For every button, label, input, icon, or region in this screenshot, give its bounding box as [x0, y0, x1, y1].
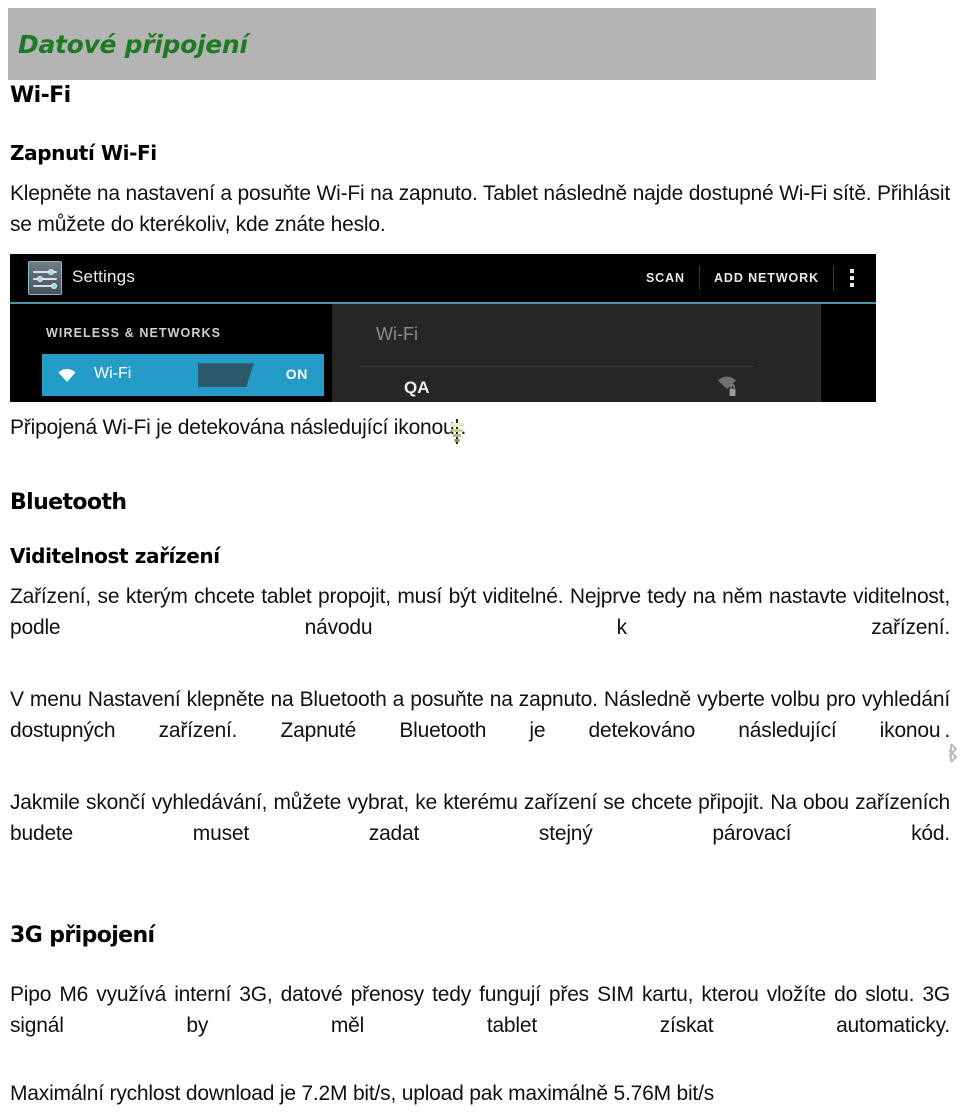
wifi-caption-text: Připojená Wi-Fi je detekována následujíc… [10, 416, 455, 440]
section-heading-wifi: Wi-Fi [10, 83, 71, 108]
sidebar-group-label: WIRELESS & NETWORKS [46, 326, 222, 341]
android-action-group: SCAN ADD NETWORK [632, 254, 870, 302]
scan-button[interactable]: SCAN [632, 267, 699, 289]
android-settings-screenshot: Settings SCAN ADD NETWORK WIRELESS & NET… [10, 254, 876, 403]
paragraph-3g-intro: Pipo M6 využívá interní 3G, datové přeno… [10, 982, 950, 1037]
bluetooth-enable-text: V menu Nastavení klepněte na Bluetooth a… [10, 688, 950, 743]
android-settings-sidebar: WIRELESS & NETWORKS Wi-Fi ON [10, 304, 328, 403]
document-page: Datové připojení Wi-Fi Zapnutí Wi-Fi Kle… [0, 0, 960, 1120]
paragraph-bluetooth-pairing: Jakmile skončí vyhledávání, můžete vybra… [10, 791, 950, 846]
section-heading-bluetooth: Bluetooth [10, 490, 127, 516]
network-list-item-status: Obtaining IP address... [404, 400, 526, 402]
overflow-menu-icon[interactable] [834, 254, 870, 302]
add-network-button[interactable]: ADD NETWORK [700, 267, 833, 289]
android-action-bar: Settings SCAN ADD NETWORK [10, 254, 876, 305]
network-list-item-name[interactable]: QA [404, 378, 430, 398]
page-title: Datové připojení [18, 30, 248, 59]
panel-divider [360, 366, 754, 368]
toggle-state-label: ON [285, 366, 308, 383]
sidebar-item-wifi[interactable]: Wi-Fi ON [42, 354, 324, 397]
settings-app-icon [28, 261, 62, 296]
paragraph-wifi-intro: Klepněte na nastavení a posuňte Wi-Fi na… [10, 182, 950, 237]
paragraph-3g-speeds: Maximální rychlost download je 7.2M bit/… [10, 1081, 715, 1105]
paragraph-bluetooth-enable: V menu Nastavení klepněte na Bluetooth a… [10, 684, 958, 777]
wifi-bars-icon [450, 416, 465, 447]
toggle-thumb [198, 363, 254, 388]
sidebar-item-wifi-label: Wi-Fi [94, 365, 132, 383]
bluetooth-enable-period: . [944, 719, 950, 743]
wifi-panel-title: Wi-Fi [376, 324, 418, 345]
subsection-heading-zapnuti-wifi: Zapnutí Wi-Fi [10, 141, 157, 166]
wifi-toggle-switch[interactable]: ON [198, 363, 316, 388]
network-signal-lock-icon [714, 376, 742, 400]
android-app-title: Settings [72, 267, 136, 287]
document-content: Wi-Fi Zapnutí Wi-Fi Klepněte na nastaven… [10, 83, 958, 1109]
page-header-banner: Datové připojení [8, 8, 876, 80]
wifi-signal-icon [56, 366, 78, 384]
paragraph-wifi-icon-caption: Připojená Wi-Fi je detekována následujíc… [10, 412, 950, 447]
android-wifi-panel: Wi-Fi QA Obtaining IP address... [332, 304, 820, 403]
paragraph-bluetooth-visibility: Zařízení, se kterým chcete tablet propoj… [10, 585, 950, 640]
android-panel-right-edge [820, 304, 876, 403]
section-heading-3g: 3G připojení [10, 923, 155, 949]
subsection-heading-viditelnost: Viditelnost zařízení [10, 544, 220, 569]
